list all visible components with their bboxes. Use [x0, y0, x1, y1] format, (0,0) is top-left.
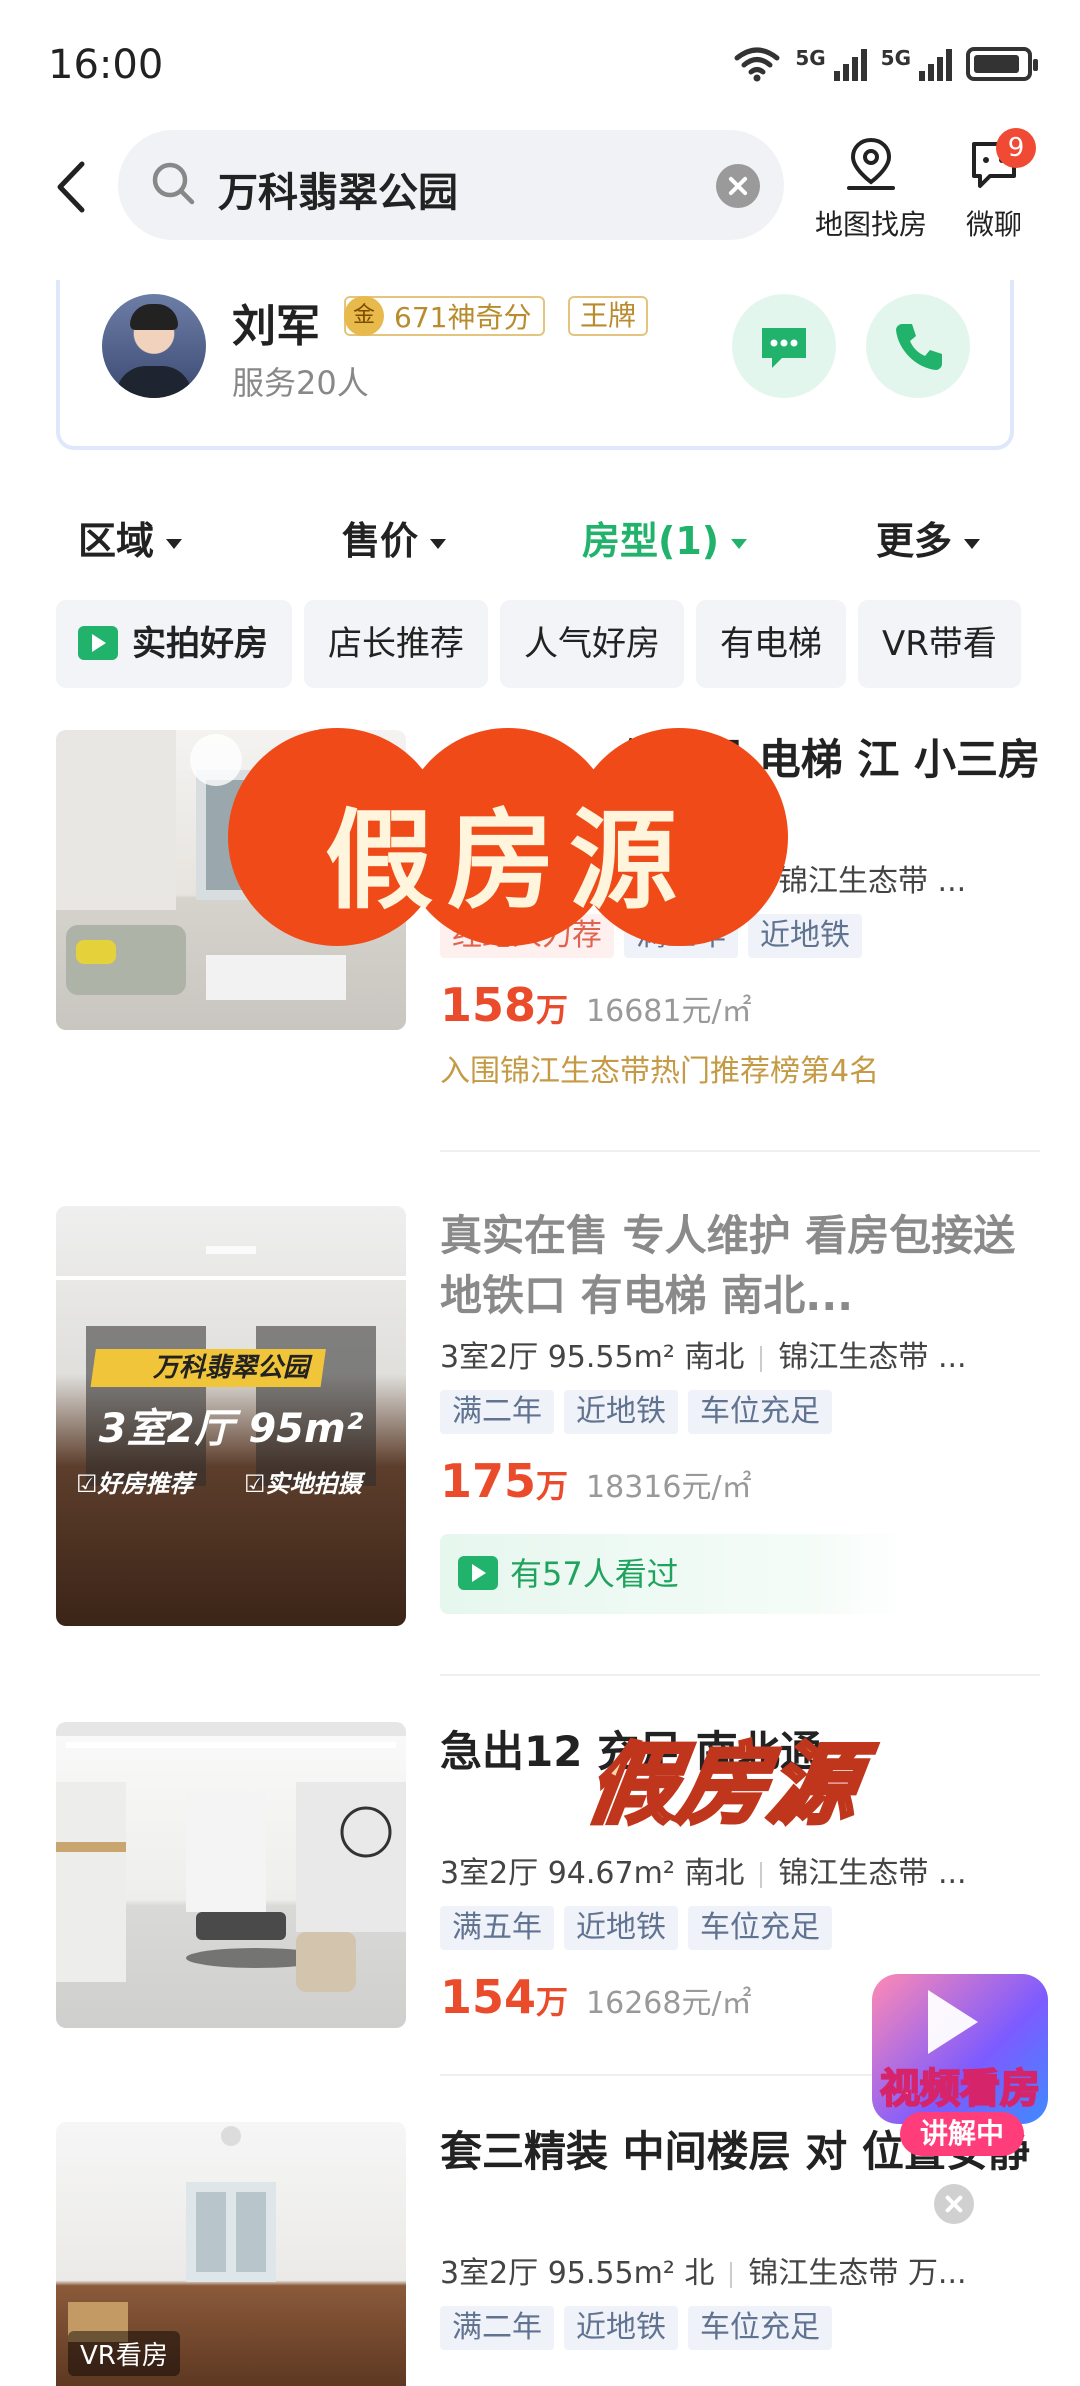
gold-medal-icon: 金: [344, 296, 384, 336]
fake-listing-stamp: 假房源: [228, 728, 788, 946]
search-icon: [152, 162, 195, 205]
filter-layout[interactable]: 房型(1): [582, 510, 748, 565]
agent-name: 刘军: [232, 301, 320, 352]
modern-room-photo: [56, 1722, 406, 1992]
play-icon: [928, 1990, 978, 2054]
agent-avatar[interactable]: [102, 294, 206, 398]
listing-rank: 入围锦江生态带热门推荐榜第4名: [440, 1054, 880, 1089]
search-box[interactable]: 万科翡翠公园: [118, 130, 784, 240]
image-check-2: ☑实地拍摄: [244, 1470, 367, 1498]
quick-tag-row: 实拍好房 店长推荐 人气好房 有电梯 VR带看: [56, 600, 1080, 690]
map-search-label: 地图找房: [814, 208, 927, 241]
agent-score-badge: 金 671神奇分: [344, 296, 546, 336]
listing-tag: 满二年: [440, 2306, 554, 2350]
dropdown-triangle-icon: [964, 538, 981, 549]
vr-tour-badge: VR看房: [68, 2331, 180, 2376]
status-bar: 16:00 5G 5G: [0, 0, 1080, 130]
listing-tags: 满五年 近地铁 车位充足: [440, 1906, 1040, 1952]
image-headline: 3室2厅 95m²: [99, 1406, 364, 1452]
listing-tag: 近地铁: [564, 2306, 678, 2350]
map-search-button[interactable]: 地图找房: [806, 136, 936, 243]
listing-tags: 满二年 近地铁 车位充足: [440, 2306, 1040, 2352]
clear-search-icon[interactable]: [716, 164, 760, 208]
listing-photo[interactable]: 万科翡翠公园 3室2厅 95m² ☑好房推荐 ☑实地拍摄: [56, 1206, 406, 1626]
listing-tag: 车位充足: [688, 1906, 832, 1950]
listing-tag: 车位充足: [688, 2306, 832, 2350]
search-header: 万科翡翠公园 地图找房 9 微聊: [0, 120, 1080, 250]
back-arrow-icon[interactable]: [52, 160, 88, 214]
divider: [440, 1150, 1040, 1152]
close-float-icon[interactable]: [934, 2184, 974, 2224]
listing-price-line: 175万 18316元/㎡: [440, 1454, 1040, 1514]
video-tour-float[interactable]: 视频看房 讲解中: [860, 1964, 1060, 2164]
phone-icon: [896, 324, 942, 370]
map-pin-icon: [847, 137, 895, 190]
listing-tag: 满二年: [440, 1390, 554, 1434]
listing-tags: 满二年 近地铁 车位充足: [440, 1390, 1040, 1436]
listing-price: 154万: [440, 1970, 569, 2024]
message-agent-button[interactable]: [732, 294, 836, 398]
filter-bar: 区域 售价 房型(1) 更多: [0, 510, 1080, 580]
filter-price[interactable]: 售价: [342, 510, 447, 565]
fake-listing-watermark: 假房源: [580, 1730, 869, 1838]
net-type-2: 5G: [880, 46, 911, 70]
net-type-1: 5G: [795, 46, 826, 70]
listing-price: 158万: [440, 978, 569, 1032]
filter-more[interactable]: 更多: [876, 510, 981, 565]
stamp-text: 假房源: [324, 798, 691, 924]
video-tour-title: 视频看房: [879, 2065, 1041, 2113]
call-agent-button[interactable]: [866, 294, 970, 398]
listing-tag: 近地铁: [564, 1390, 678, 1434]
dropdown-triangle-icon: [731, 538, 748, 549]
signal-icon-1: [833, 47, 867, 81]
wifi-icon: [734, 47, 780, 82]
signal-icon-2: [919, 47, 952, 81]
filter-region[interactable]: 区域: [78, 510, 183, 565]
agent-card[interactable]: 刘军 金 671神奇分 王牌 服务20人: [56, 280, 1014, 450]
image-check-1: ☑好房推荐: [76, 1470, 198, 1498]
listing-tag: 近地铁: [564, 1906, 678, 1950]
chat-button[interactable]: 9 微聊: [944, 128, 1044, 243]
search-query[interactable]: 万科翡翠公园: [218, 160, 458, 218]
listing-meta: 3室2厅 94.67m² 南北 锦江生态带 ...: [440, 1856, 967, 1891]
tag-popular[interactable]: 人气好房: [500, 600, 684, 688]
live-badge: 讲解中: [900, 2112, 1024, 2156]
agent-rank-badge: 王牌: [568, 296, 649, 336]
agent-score: 671神奇分: [394, 301, 532, 334]
message-icon: [762, 328, 806, 368]
agent-served-count: 服务20人: [232, 364, 369, 402]
listing-tag: 车位充足: [688, 1390, 832, 1434]
listing-unit-price: 16681元/㎡: [586, 994, 752, 1029]
tag-real-photo[interactable]: 实拍好房: [56, 600, 292, 688]
video-icon: [78, 625, 118, 660]
listing-unit-price: 18316元/㎡: [586, 1470, 752, 1505]
battery-fill: [974, 55, 1019, 73]
dropdown-triangle-icon: [430, 538, 447, 549]
status-time: 16:00: [48, 42, 164, 88]
video-icon: [458, 1556, 498, 1590]
empty-room-photo: 万科翡翠公园 3室2厅 95m² ☑好房推荐 ☑实地拍摄: [56, 1246, 406, 1498]
image-caption: 万科翡翠公园: [152, 1353, 313, 1383]
listing-info: 真实在售 专人维护 看房包接送 地铁口 有电梯 南北... 3室2厅 95.55…: [440, 1206, 1040, 1614]
listing-price: 175万: [440, 1454, 569, 1508]
listing-unit-price: 16268元/㎡: [586, 1986, 752, 2021]
listing-photo[interactable]: [56, 1722, 406, 2028]
divider: [440, 1674, 1040, 1676]
listing-meta: 3室2厅 95.55m² 北锦江生态带 万...: [440, 2256, 967, 2291]
listing-meta: 3室2厅 95.55m² 南北 锦江生态带 ...: [440, 1340, 967, 1375]
listing-title: 真实在售 专人维护 看房包接送 地铁口 有电梯 南北...: [440, 1211, 1016, 1320]
listing-tag: 满五年: [440, 1906, 554, 1950]
battery-icon: [966, 47, 1038, 81]
chat-label: 微聊: [965, 208, 1022, 241]
dropdown-triangle-icon: [166, 538, 183, 549]
listing-price-line: 158万 16681元/㎡: [440, 978, 1040, 1038]
status-icons: 5G 5G: [733, 46, 1038, 82]
tag-vr-tour[interactable]: VR带看: [858, 600, 1021, 688]
chat-unread-badge: 9: [996, 128, 1036, 168]
tag-manager-pick[interactable]: 店长推荐: [304, 600, 488, 688]
viewed-count-banner[interactable]: 有57人看过: [440, 1534, 910, 1614]
listing-photo[interactable]: VR看房: [56, 2122, 406, 2386]
tag-elevator[interactable]: 有电梯: [696, 600, 846, 688]
